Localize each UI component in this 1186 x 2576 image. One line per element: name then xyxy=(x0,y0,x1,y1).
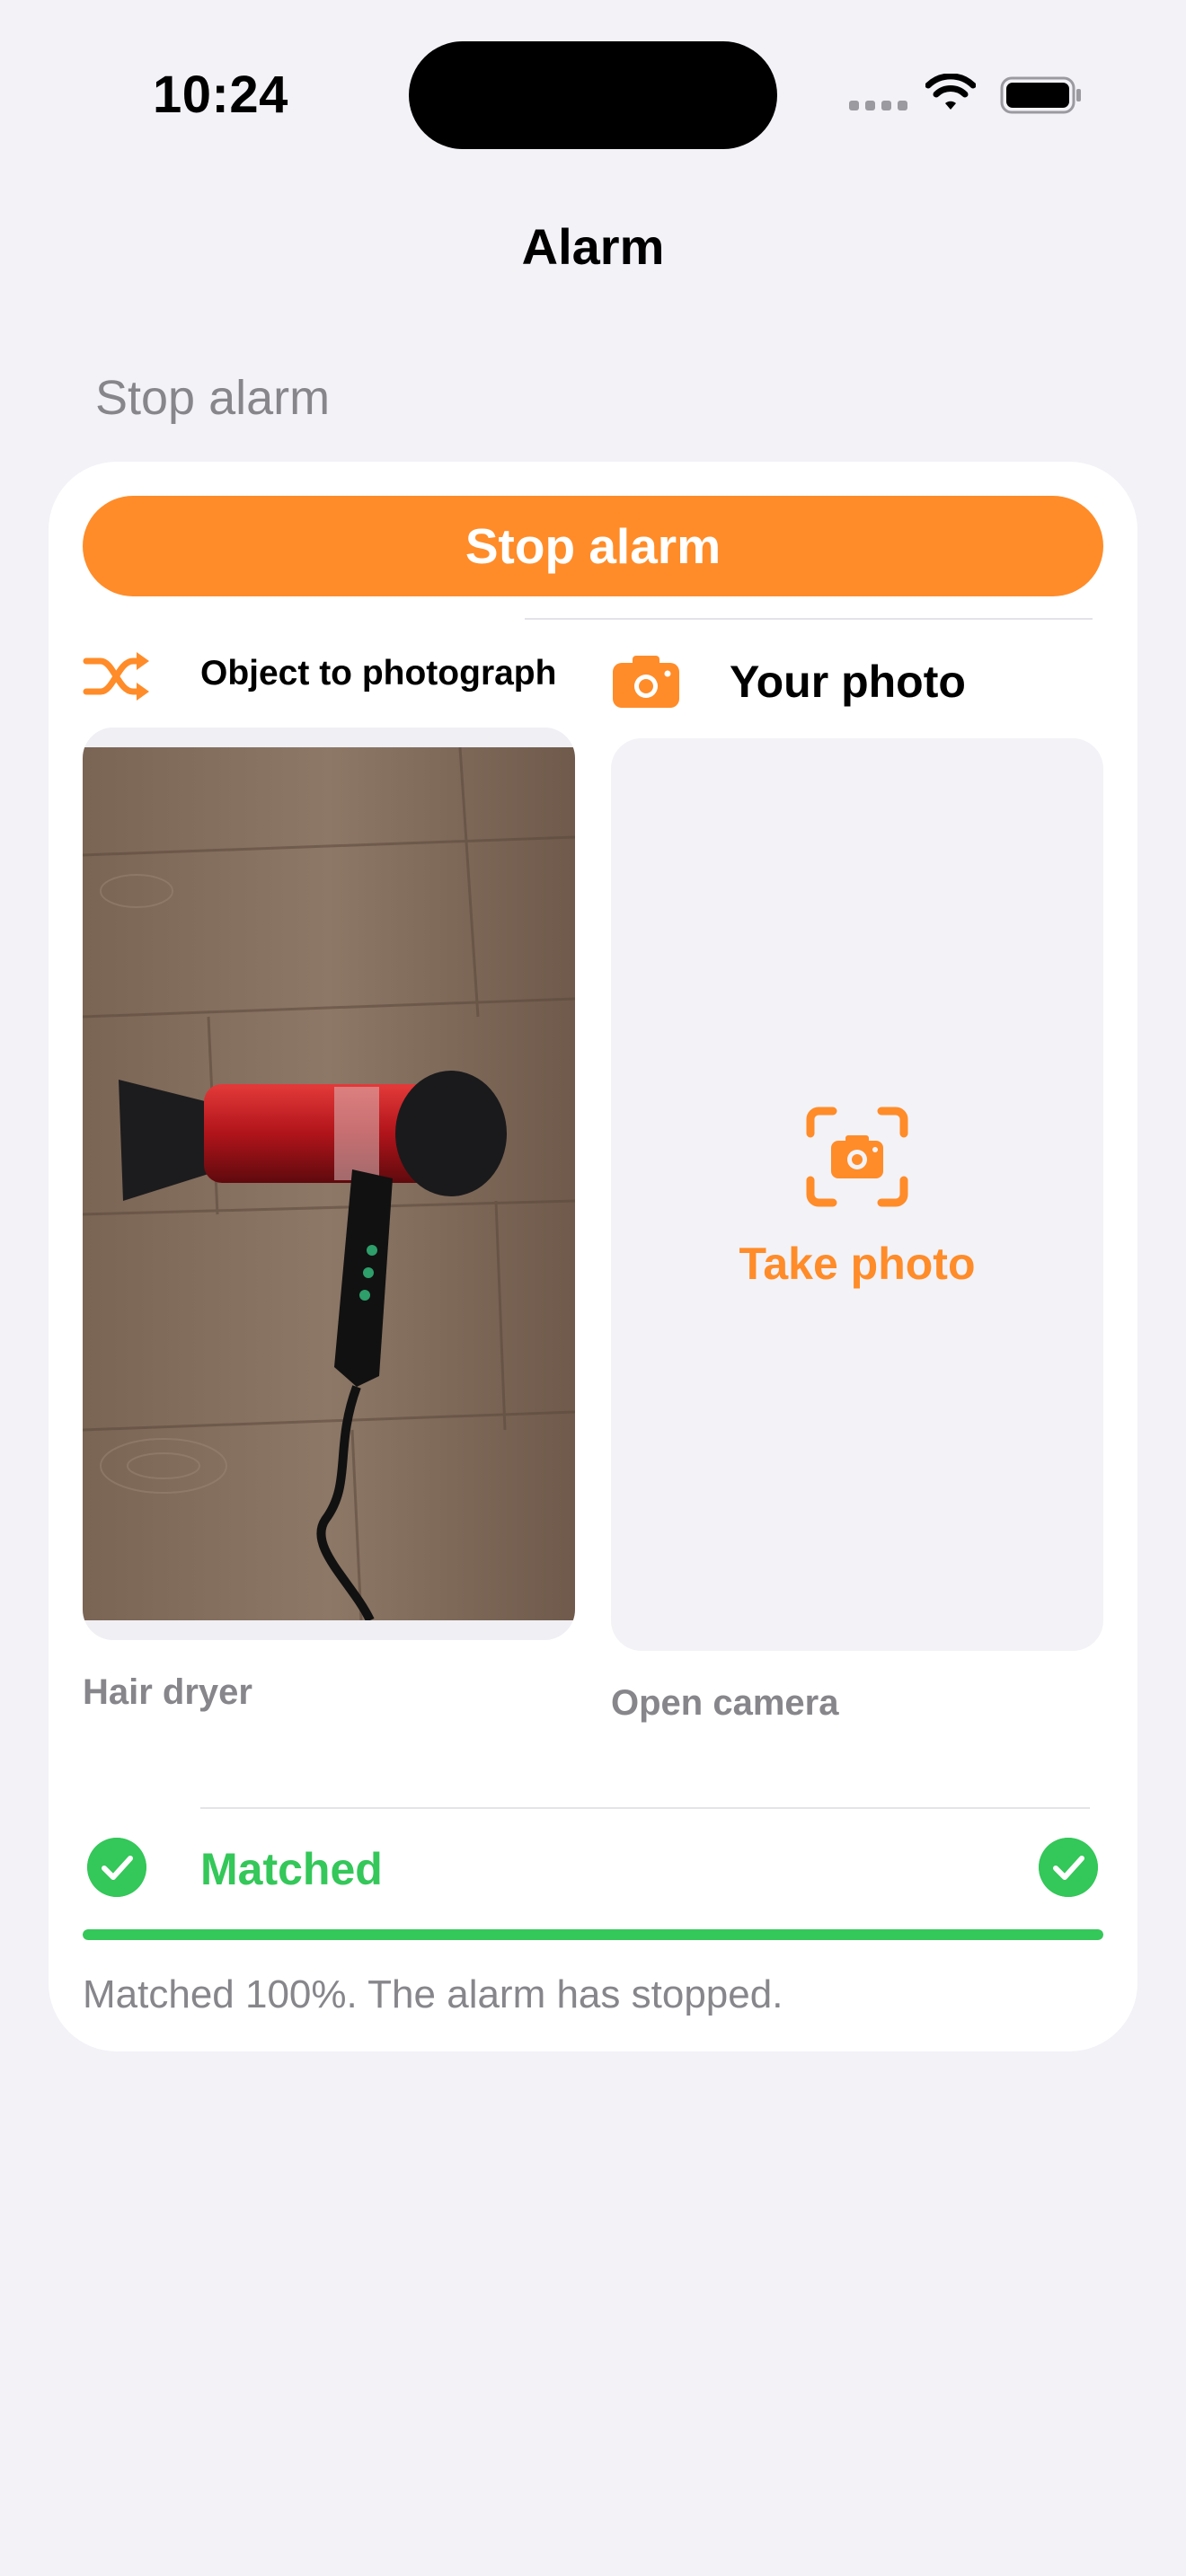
wifi-icon xyxy=(925,74,976,110)
take-photo-label[interactable]: Take photo xyxy=(611,1238,1103,1290)
match-progress-bar xyxy=(83,1929,1103,1940)
match-message: Matched 100%. The alarm has stopped. xyxy=(83,1972,783,2016)
dynamic-island xyxy=(409,41,777,149)
match-progress-fill xyxy=(83,1929,1103,1940)
checkmark-circle-icon xyxy=(1039,1838,1098,1897)
object-column-title: Object to photograph xyxy=(200,654,557,693)
camera-icon xyxy=(613,656,679,708)
shuffle-icon xyxy=(83,652,149,701)
stop-alarm-button[interactable]: Stop alarm xyxy=(83,496,1103,596)
camera-viewfinder-icon xyxy=(806,1107,908,1207)
match-status: Matched xyxy=(200,1844,383,1894)
status-time: 10:24 xyxy=(153,66,288,124)
section-header: Stop alarm xyxy=(95,371,331,425)
signal-icon xyxy=(849,101,908,113)
battery-icon xyxy=(1000,76,1081,114)
divider xyxy=(525,618,1093,620)
checkmark-circle-icon xyxy=(87,1838,146,1897)
divider xyxy=(200,1807,1090,1809)
object-name: Hair dryer xyxy=(83,1672,252,1712)
hair-dryer-image xyxy=(83,747,575,1620)
page-title: Alarm xyxy=(521,218,665,275)
your-photo-column-title: Your photo xyxy=(730,657,966,707)
object-photo xyxy=(83,728,575,1640)
open-camera-link[interactable]: Open camera xyxy=(611,1683,838,1724)
